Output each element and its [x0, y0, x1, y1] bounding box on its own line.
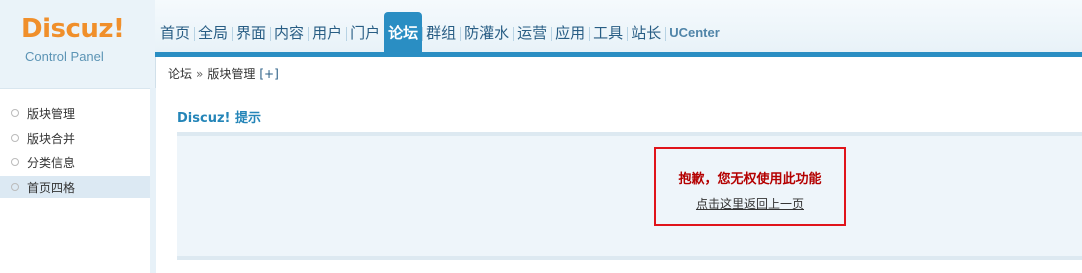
alert-text: 抱歉，您无权使用此功能 — [678, 172, 822, 187]
nav-antispam[interactable]: 防灌水 — [460, 12, 513, 52]
logo-subtitle: Control Panel — [25, 49, 104, 64]
nav-content[interactable]: 内容 — [270, 12, 308, 52]
nav-global[interactable]: 全局 — [194, 12, 232, 52]
bullet-icon — [11, 109, 19, 117]
back-link[interactable]: 点击这里返回上一页 — [656, 195, 844, 212]
nav-ucenter[interactable]: UCenter — [665, 12, 724, 52]
breadcrumb-page: 版块管理 — [207, 67, 256, 81]
nav-tools[interactable]: 工具 — [589, 12, 627, 52]
sidebar-item-label: 首页四格 — [27, 180, 76, 195]
nav-apps[interactable]: 应用 — [551, 12, 589, 52]
sidebar-item-forum-manage[interactable]: 版块管理 — [0, 102, 150, 124]
main-content: Discuz! 提示 抱歉，您无权使用此功能 点击这里返回上一页 — [156, 88, 1082, 273]
nav-user[interactable]: 用户 — [308, 12, 346, 52]
sidebar-item-label: 分类信息 — [27, 155, 76, 170]
message-title: Discuz! 提示 — [177, 111, 261, 126]
nav-admin[interactable]: 站长 — [627, 12, 665, 52]
nav-home[interactable]: 首页 — [156, 12, 194, 52]
sidebar-item-homepage-grid[interactable]: 首页四格 — [0, 176, 150, 198]
top-nav: 首页 全局 界面 内容 用户 门户 论坛 群组 防灌水 运营 应用 工具 站长 … — [156, 12, 724, 52]
nav-style[interactable]: 界面 — [232, 12, 270, 52]
breadcrumb-section[interactable]: 论坛 — [168, 67, 192, 81]
breadcrumb-separator: » — [196, 67, 204, 81]
add-shortcut-button[interactable]: [+] — [259, 67, 278, 81]
logo-title: Discuz! — [21, 14, 125, 44]
sidebar-item-threadtypes[interactable]: 分类信息 — [0, 151, 150, 173]
bullet-icon — [11, 158, 19, 166]
sidebar-item-label: 版块管理 — [27, 106, 76, 121]
nav-portal[interactable]: 门户 — [346, 12, 384, 52]
sidebar-item-forum-merge[interactable]: 版块合并 — [0, 127, 150, 149]
message-box — [177, 132, 1082, 260]
breadcrumb: 论坛 » 版块管理 [+] — [168, 65, 279, 82]
nav-group[interactable]: 群组 — [422, 12, 460, 52]
bullet-icon — [11, 183, 19, 191]
breadcrumb-bar: 论坛 » 版块管理 [+] — [155, 57, 1082, 89]
permission-alert: 抱歉，您无权使用此功能 点击这里返回上一页 — [654, 147, 846, 226]
nav-operation[interactable]: 运营 — [513, 12, 551, 52]
sidebar-item-label: 版块合并 — [27, 131, 76, 146]
bullet-icon — [11, 134, 19, 142]
nav-forum[interactable]: 论坛 — [384, 12, 423, 52]
sidebar-divider — [0, 88, 150, 89]
logo: Discuz! Control Panel — [0, 0, 155, 88]
